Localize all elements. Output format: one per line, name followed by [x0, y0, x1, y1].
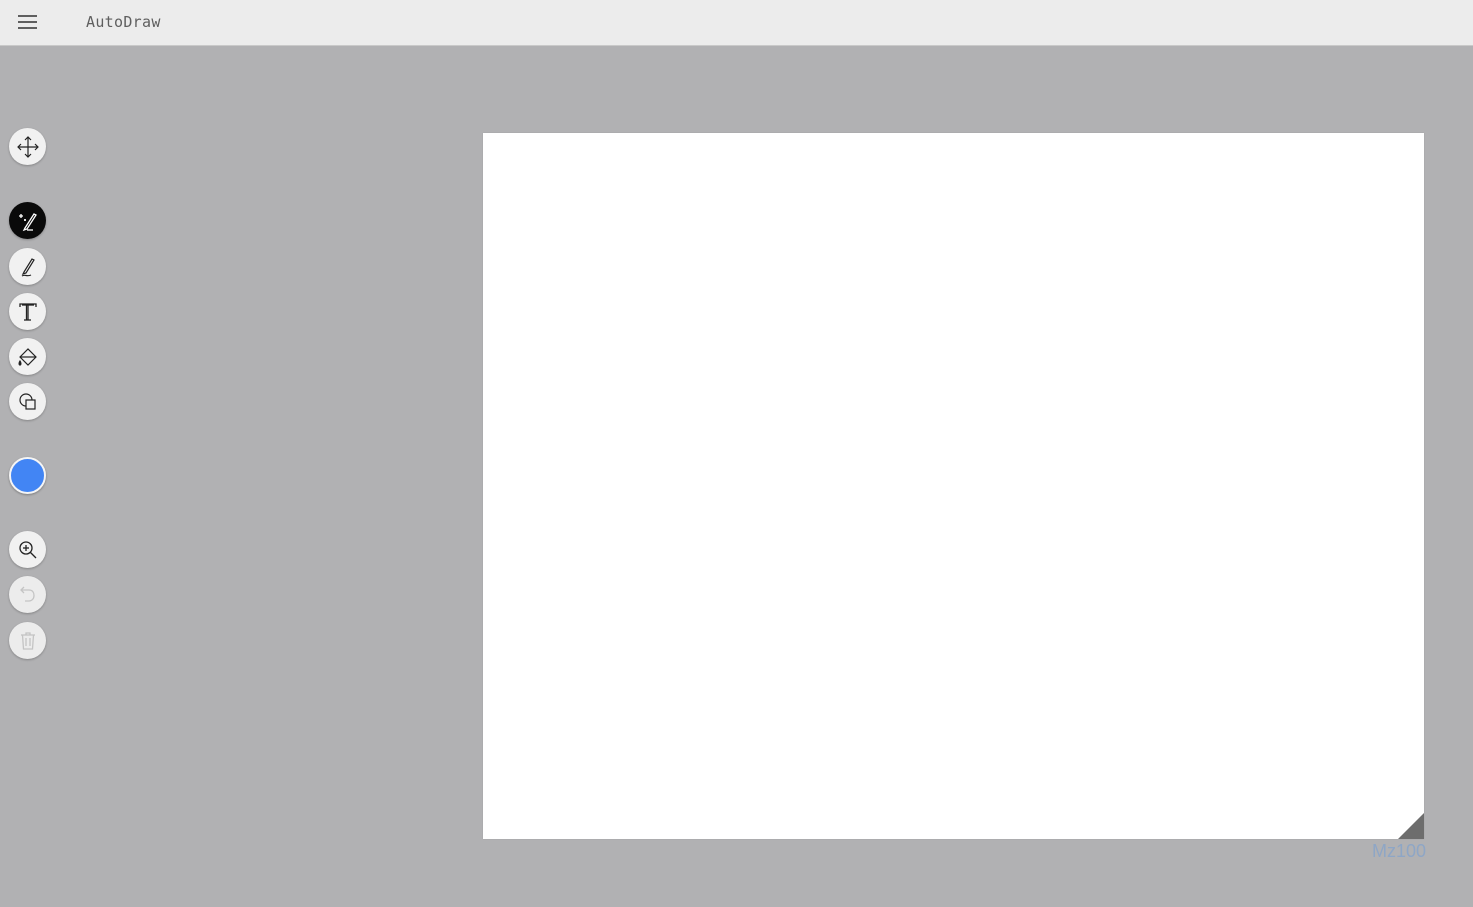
trash-icon — [20, 631, 35, 650]
drawing-canvas[interactable] — [483, 133, 1424, 839]
hamburger-menu-icon — [18, 15, 37, 29]
zoom-tool-button[interactable] — [9, 531, 46, 568]
move-arrows-icon — [16, 135, 39, 158]
top-bar: AutoDraw — [0, 0, 1473, 46]
paint-bucket-icon — [17, 347, 37, 366]
shapes-icon — [18, 392, 36, 410]
autodraw-wand-icon — [18, 212, 37, 231]
fill-tool-button[interactable] — [9, 338, 46, 375]
watermark-text: Mz100 — [1372, 841, 1427, 861]
move-tool-button[interactable] — [9, 128, 46, 165]
app-title: AutoDraw — [86, 13, 161, 31]
shape-tool-button[interactable] — [9, 383, 46, 420]
type-tool-button[interactable] — [9, 293, 46, 330]
undo-icon — [19, 586, 35, 602]
delete-button[interactable] — [9, 622, 46, 659]
color-picker-button[interactable] — [9, 457, 46, 494]
autodraw-tool-button[interactable] — [9, 202, 46, 239]
canvas-resize-handle[interactable] — [1398, 813, 1424, 839]
menu-button[interactable] — [12, 10, 42, 36]
zoom-in-icon — [18, 540, 36, 558]
undo-button[interactable] — [9, 576, 46, 613]
pencil-icon — [21, 257, 35, 277]
text-icon — [18, 302, 37, 321]
draw-tool-button[interactable] — [9, 248, 46, 285]
